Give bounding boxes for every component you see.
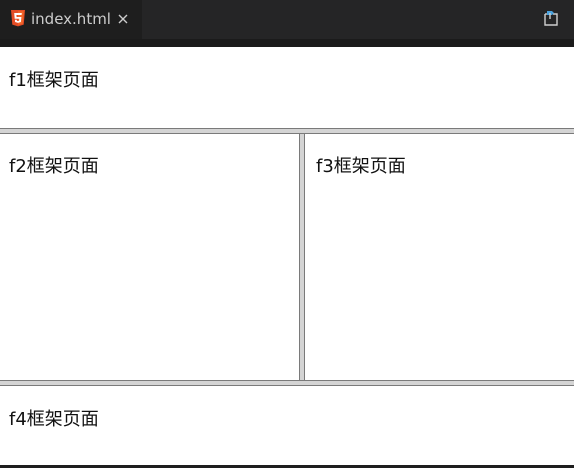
frame-f3-text: f3框架页面 (316, 156, 406, 177)
editor-tab-bar: index.html (0, 0, 574, 39)
frame-f4-text: f4框架页面 (9, 409, 99, 430)
tab-bar-divider (0, 39, 574, 47)
frame-f3: f3框架页面 (305, 134, 574, 380)
close-icon[interactable] (117, 13, 129, 25)
frame-f1: f1框架页面 (0, 47, 574, 128)
tab-title: index.html (31, 10, 111, 28)
editor-tab-index-html[interactable]: index.html (0, 0, 142, 39)
html5-icon (11, 10, 25, 27)
frame-f4: f4框架页面 (0, 386, 574, 465)
frame-f2-text: f2框架页面 (9, 156, 99, 177)
frame-f2: f2框架页面 (0, 134, 299, 380)
frame-f1-text: f1框架页面 (9, 70, 99, 91)
open-preview-icon[interactable] (541, 8, 561, 28)
